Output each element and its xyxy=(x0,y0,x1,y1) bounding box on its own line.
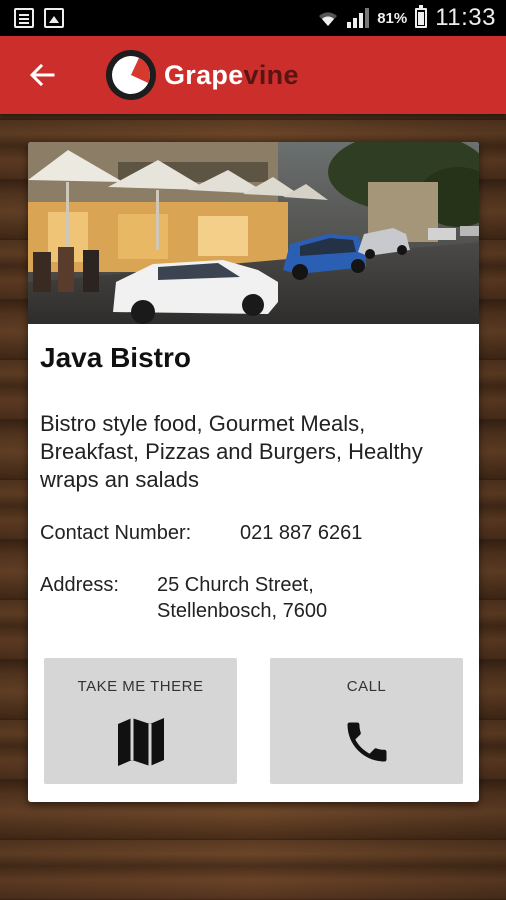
logo-mark-icon xyxy=(106,50,156,100)
contact-number: 021 887 6261 xyxy=(240,522,363,544)
clock: 11:33 xyxy=(435,4,496,31)
contact-label: Contact Number: xyxy=(40,522,192,544)
restaurant-card: Java Bistro Bistro style food, Gourmet M… xyxy=(28,142,479,802)
restaurant-name: Java Bistro xyxy=(40,342,191,373)
wifi-icon xyxy=(319,12,338,26)
take-me-there-label: TAKE ME THERE xyxy=(77,678,204,695)
restaurant-photo xyxy=(28,142,479,324)
take-me-there-button[interactable]: TAKE ME THERE xyxy=(44,658,237,784)
notes-icon xyxy=(14,8,34,28)
app-logo: Grapevine xyxy=(106,50,299,100)
image-icon xyxy=(44,8,64,28)
battery-percent: 81% xyxy=(377,9,408,27)
phone-icon xyxy=(347,722,386,762)
contact-row: Contact Number: 021 887 6261 xyxy=(40,522,362,545)
signal-icon xyxy=(347,8,370,28)
back-arrow-icon xyxy=(29,64,55,86)
address-row: Address: 25 Church Street, Stellenbosch,… xyxy=(40,574,327,624)
address-line-1: 25 Church Street, xyxy=(157,574,314,596)
restaurant-description: Bistro style food, Gourmet Meals, Breakf… xyxy=(40,411,423,492)
address-value: 25 Church Street, Stellenbosch, 7600 xyxy=(157,572,327,624)
status-bar: 81% 11:33 xyxy=(0,0,506,36)
call-button[interactable]: CALL xyxy=(270,658,463,784)
app-name: Grapevine xyxy=(164,60,299,91)
app-name-main: Grape xyxy=(164,59,244,90)
map-icon xyxy=(117,718,164,766)
address-line-2: Stellenbosch, 7600 xyxy=(157,600,328,622)
call-label: CALL xyxy=(346,678,387,695)
app-name-accent: vine xyxy=(243,59,299,90)
back-button[interactable] xyxy=(22,55,62,95)
app-bar: Grapevine xyxy=(0,36,506,114)
battery-icon xyxy=(415,5,428,28)
address-label: Address: xyxy=(40,574,119,596)
